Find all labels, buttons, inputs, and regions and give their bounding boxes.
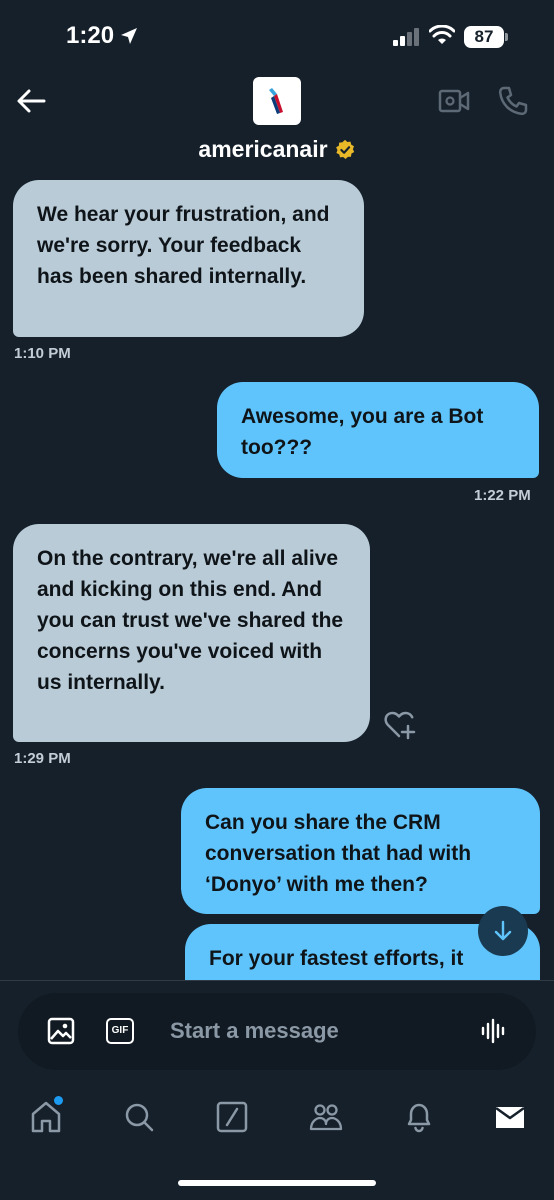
american-airlines-logo-icon [269,88,283,114]
message-bubble-incoming[interactable]: On the contrary, we're all alive and kic… [13,524,370,742]
voice-wave-icon[interactable] [480,1017,508,1045]
search-icon[interactable] [123,1100,155,1134]
phone-icon[interactable] [497,85,529,117]
heart-plus-icon[interactable] [384,710,416,740]
message-bubble-incoming[interactable]: We hear your frustration, and we're sorr… [13,180,364,337]
message-timestamp: 1:10 PM [14,345,71,362]
message-timestamp: 1:22 PM [474,487,531,504]
back-arrow-icon[interactable] [14,86,48,116]
scroll-to-bottom-button[interactable] [478,906,528,956]
video-call-icon[interactable] [438,88,470,114]
messages-icon[interactable] [494,1100,526,1134]
message-bubble-outgoing[interactable]: Can you share the CRM conversation that … [181,788,540,914]
arrow-down-icon [494,920,512,941]
wifi-icon [429,25,455,44]
avatar[interactable] [253,77,301,125]
conversation-title[interactable]: americanair [0,136,554,163]
status-time: 1:20 [66,22,115,49]
gif-button[interactable]: GIF [106,1018,134,1044]
message-bubble-outgoing[interactable]: Awesome, you are a Bot too??? [217,382,539,478]
unread-dot [54,1096,63,1105]
image-icon[interactable] [47,1017,75,1045]
location-arrow-icon [121,28,137,44]
verified-badge-icon [335,139,354,159]
message-timestamp: 1:29 PM [14,750,71,767]
divider [0,980,554,981]
communities-icon[interactable] [309,1100,343,1134]
grok-icon[interactable] [216,1100,248,1134]
signal-icon [393,28,419,46]
home-icon[interactable] [30,1100,62,1134]
notifications-icon[interactable] [403,1100,435,1134]
message-input[interactable]: Start a message [170,1018,339,1044]
battery-level: 87 [464,26,504,48]
home-indicator [178,1180,376,1186]
account-handle: americanair [198,136,328,162]
status-bar: 1:20 87 [0,0,554,70]
battery-nub [505,33,508,41]
